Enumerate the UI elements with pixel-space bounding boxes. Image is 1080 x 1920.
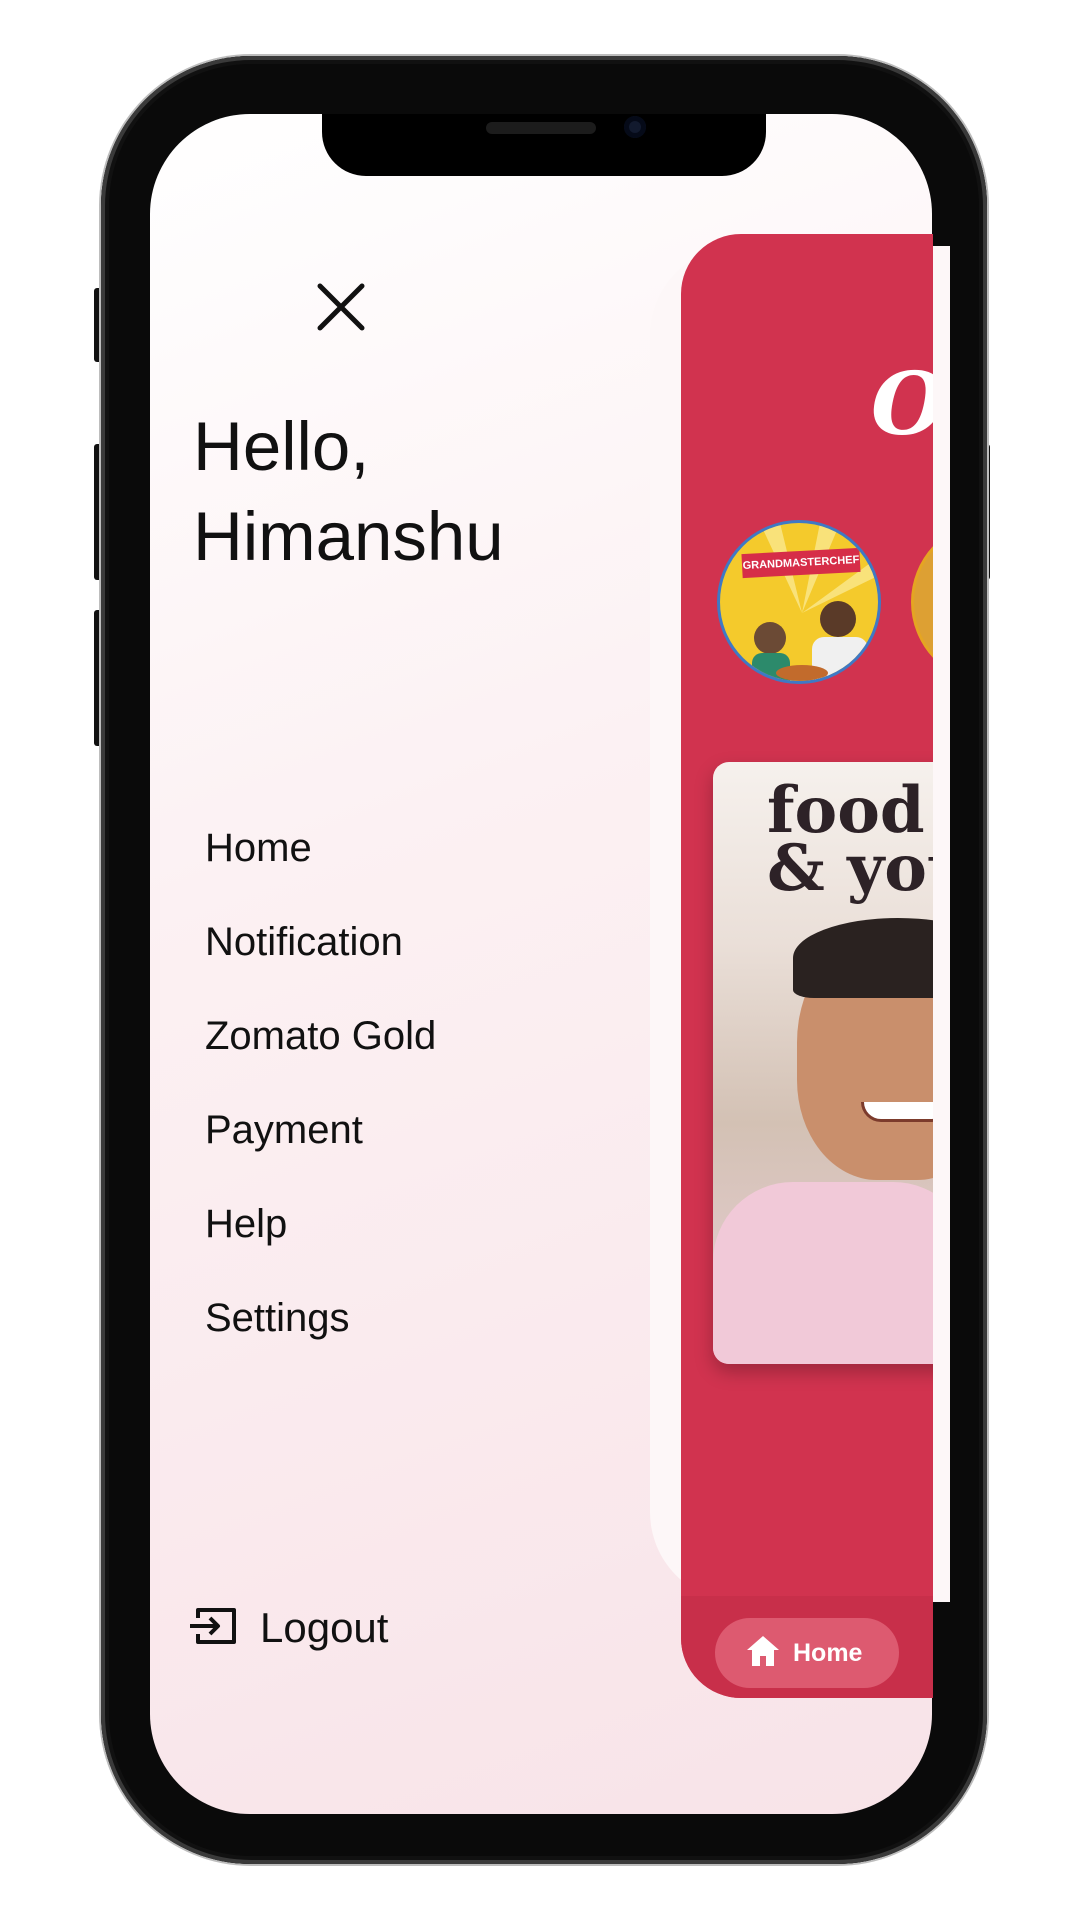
greeting: Hello, Himanshu [193,402,504,582]
greeting-user-name: Himanshu [193,498,504,575]
app-preview-card[interactable]: Os GRANDMASTERCHEF food & you [681,234,933,1698]
menu-item-zomato-gold[interactable]: Zomato Gold [205,1006,436,1100]
promo-chef-shirt [713,1182,933,1364]
promo-chef-smile [861,1102,933,1122]
promo-title: food & you [767,779,933,906]
menu-item-notification[interactable]: Notification [205,912,436,1006]
home-icon [745,1634,781,1673]
logout-label: Logout [260,1604,389,1651]
menu-item-home[interactable]: Home [205,818,436,912]
bottom-nav-home-button[interactable]: Home [715,1618,899,1688]
logout-button[interactable]: Logout [188,1604,388,1652]
promo-chef-hair [793,918,933,998]
promo-title-line2: & you [767,831,933,906]
bottom-navigation: Home [681,1596,933,1698]
greeting-line1: Hello, [193,408,370,485]
close-icon[interactable] [312,278,370,336]
bottom-nav-home-label: Home [793,1638,863,1667]
promo-card[interactable]: food & you [713,762,933,1364]
front-camera-icon [624,116,646,138]
phone-notch [322,114,766,176]
drawer-menu: Home Notification Zomato Gold Payment He… [205,818,436,1382]
brand-logo: Os [871,354,933,455]
menu-item-settings[interactable]: Settings [205,1288,436,1382]
logout-icon [188,1606,238,1651]
menu-item-help[interactable]: Help [205,1194,436,1288]
notch-speaker [486,122,596,134]
story-circle[interactable]: GRANDMASTERCHEF [717,520,881,684]
story-circle[interactable] [911,520,933,684]
menu-item-payment[interactable]: Payment [205,1100,436,1194]
